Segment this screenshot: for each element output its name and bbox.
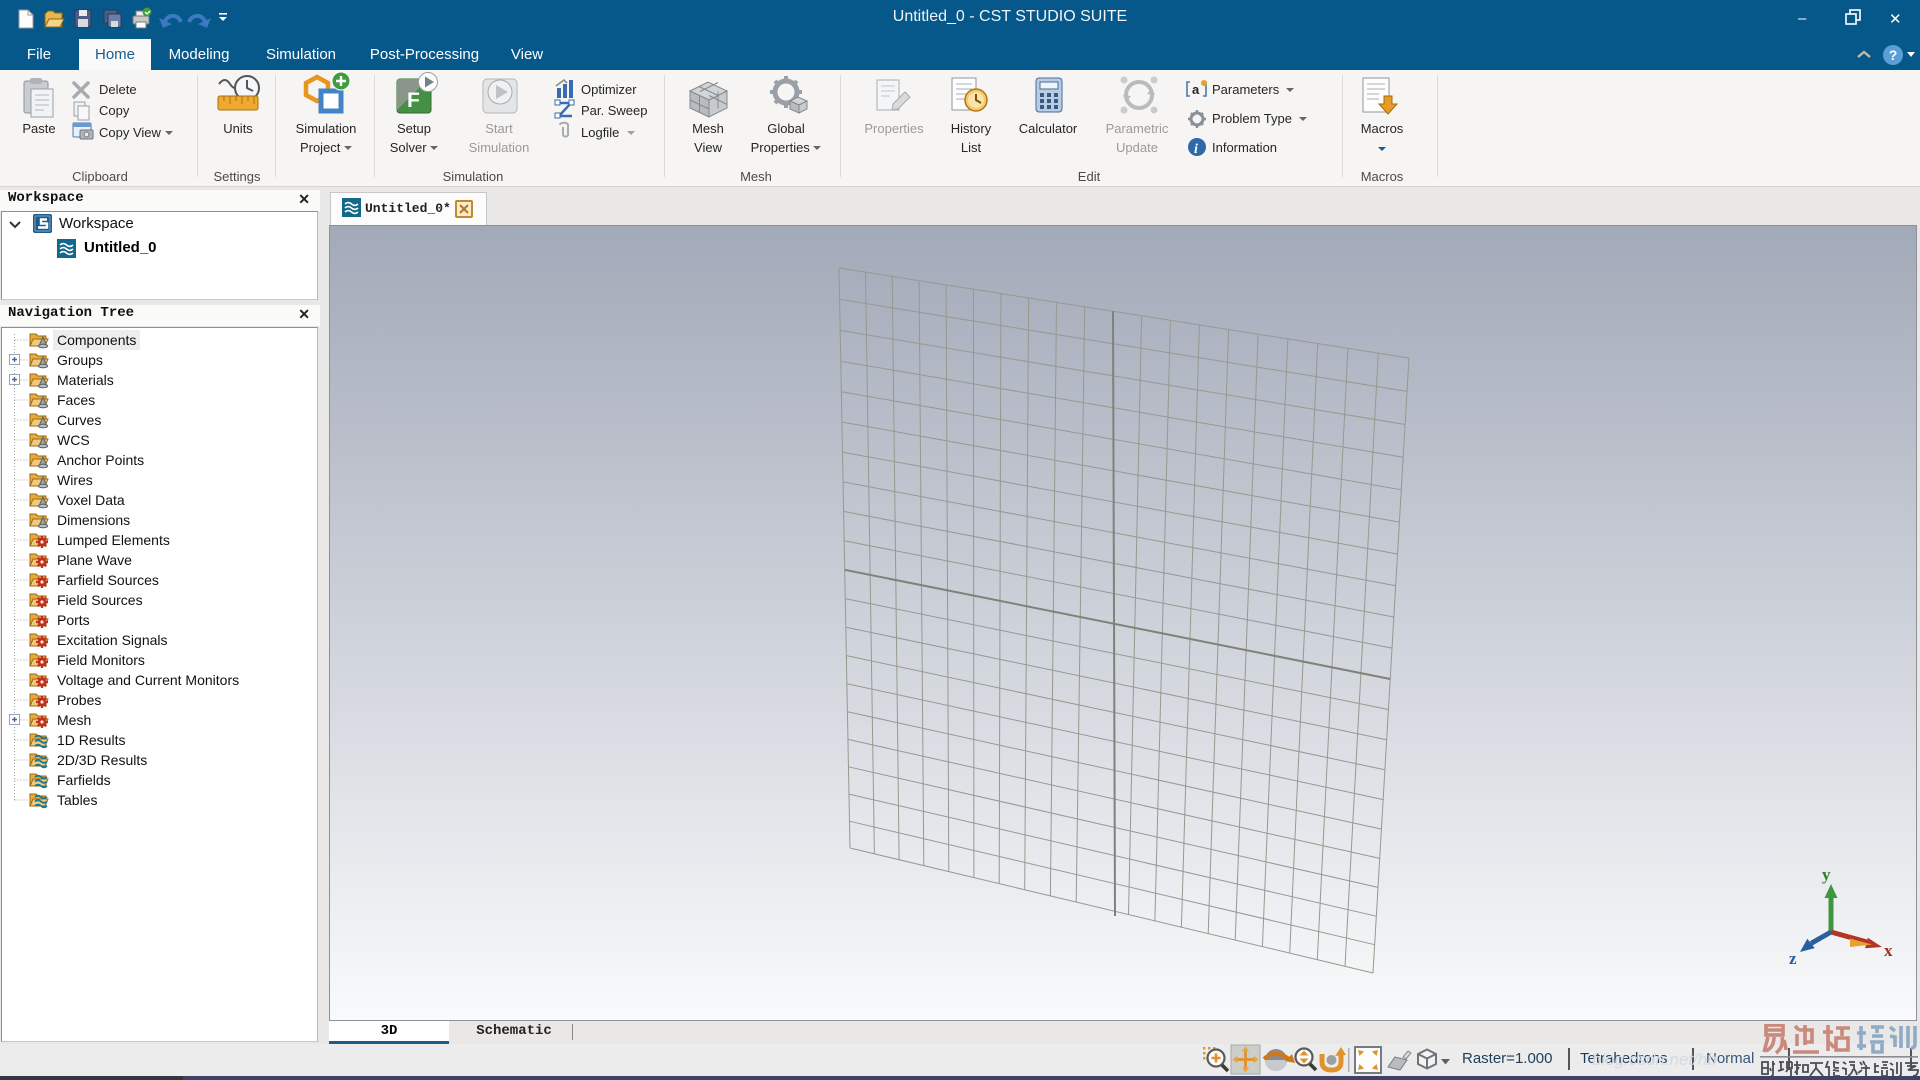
svg-text:x: x xyxy=(1884,941,1893,960)
svg-text:y: y xyxy=(1822,865,1831,884)
svg-text:a: a xyxy=(1192,82,1200,97)
svg-text:z: z xyxy=(1789,949,1797,968)
svg-text:F: F xyxy=(407,89,420,112)
svg-text:i: i xyxy=(1194,142,1198,157)
